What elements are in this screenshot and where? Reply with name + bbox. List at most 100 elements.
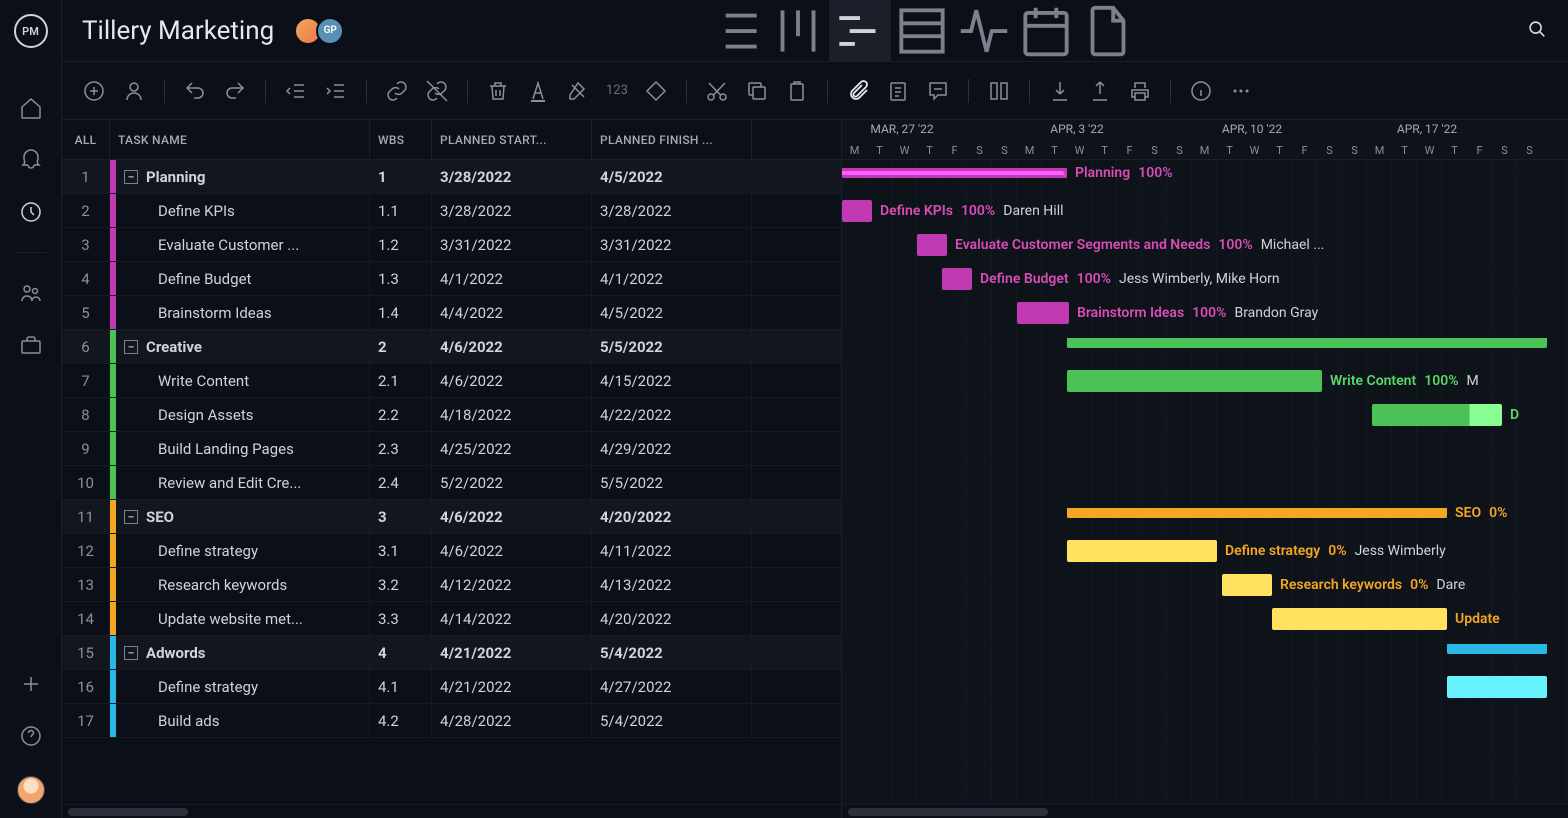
table-row[interactable]: 17 Build ads 4.2 4/28/2022 5/4/2022 [62, 704, 841, 738]
view-board-icon[interactable] [767, 0, 829, 62]
paste-icon[interactable] [785, 79, 809, 103]
table-row[interactable]: 5 Brainstorm Ideas 1.4 4/4/2022 4/5/2022 [62, 296, 841, 330]
view-doc-icon[interactable] [1077, 0, 1139, 62]
view-activity-icon[interactable] [953, 0, 1015, 62]
table-row[interactable]: 15 − Adwords 4 4/21/2022 5/4/2022 [62, 636, 841, 670]
gantt-bar-label: Update [1455, 611, 1500, 627]
home-icon[interactable] [19, 96, 43, 120]
columns-icon[interactable] [987, 79, 1011, 103]
timeline-day-label: W [892, 144, 917, 157]
table-row[interactable]: 7 Write Content 2.1 4/6/2022 4/15/2022 [62, 364, 841, 398]
gantt-bar[interactable]: Write Content100%M [1067, 370, 1322, 392]
gantt-bar[interactable] [1447, 676, 1547, 698]
unlink-icon[interactable] [425, 79, 449, 103]
view-calendar-icon[interactable] [1015, 0, 1077, 62]
column-wbs[interactable]: WBS [370, 120, 432, 159]
text-color-icon[interactable] [526, 79, 550, 103]
gantt-bar[interactable] [1067, 338, 1547, 348]
plus-icon[interactable] [19, 672, 43, 696]
gantt-bar[interactable] [1447, 644, 1547, 654]
gantt-bar-label: Evaluate Customer Segments and Needs100%… [955, 237, 1324, 253]
more-icon[interactable] [1229, 79, 1253, 103]
timeline-day-label: T [1267, 144, 1292, 157]
collapse-icon[interactable]: − [124, 170, 138, 184]
table-row[interactable]: 9 Build Landing Pages 2.3 4/25/2022 4/29… [62, 432, 841, 466]
print-icon[interactable] [1128, 79, 1152, 103]
collapse-icon[interactable]: − [124, 340, 138, 354]
delete-icon[interactable] [486, 79, 510, 103]
timeline-week-label: APR, 10 '22 [1222, 122, 1282, 136]
briefcase-icon[interactable] [19, 333, 43, 357]
clock-icon[interactable] [19, 200, 43, 224]
column-all[interactable]: ALL [62, 120, 110, 159]
timeline-day-label: T [867, 144, 892, 157]
gantt-bar[interactable]: Define strategy0%Jess Wimberly [1067, 540, 1217, 562]
gantt-body[interactable]: Planning100% Define KPIs100%Daren Hill Eva… [842, 160, 1568, 804]
attach-icon[interactable] [846, 79, 870, 103]
table-row[interactable]: 3 Evaluate Customer ... 1.2 3/31/2022 3/… [62, 228, 841, 262]
comment-icon[interactable] [926, 79, 950, 103]
gantt-bar-label: D [1510, 407, 1519, 423]
gantt-bar[interactable]: Define KPIs100%Daren Hill [842, 200, 872, 222]
timeline-day-label: F [1117, 144, 1142, 157]
timeline-day-label: S [1142, 144, 1167, 157]
view-list-icon[interactable] [705, 0, 767, 62]
notes-icon[interactable] [886, 79, 910, 103]
export-icon[interactable] [1088, 79, 1112, 103]
table-row[interactable]: 4 Define Budget 1.3 4/1/2022 4/1/2022 [62, 262, 841, 296]
bell-icon[interactable] [19, 148, 43, 172]
redo-icon[interactable] [223, 79, 247, 103]
gantt-bar[interactable]: D [1372, 404, 1502, 426]
table-row[interactable]: 1 − Planning 1 3/28/2022 4/5/2022 [62, 160, 841, 194]
undo-icon[interactable] [183, 79, 207, 103]
table-row[interactable]: 10 Review and Edit Cre... 2.4 5/2/2022 5… [62, 466, 841, 500]
people-icon[interactable] [19, 281, 43, 305]
column-start[interactable]: PLANNED START... [432, 120, 592, 159]
gantt-scrollbar[interactable] [842, 804, 1568, 818]
assign-icon[interactable] [122, 79, 146, 103]
table-row[interactable]: 6 − Creative 2 4/6/2022 5/5/2022 [62, 330, 841, 364]
gantt-bar-label: SEO0% [1455, 505, 1507, 521]
gantt-bar[interactable]: SEO0% [1067, 508, 1447, 518]
assignee-avatars[interactable]: GP [294, 17, 338, 45]
copy-icon[interactable] [745, 79, 769, 103]
gantt-bar[interactable]: Update [1272, 608, 1447, 630]
add-task-icon[interactable] [82, 79, 106, 103]
outdent-icon[interactable] [284, 79, 308, 103]
column-name[interactable]: TASK NAME [110, 120, 370, 159]
table-row[interactable]: 2 Define KPIs 1.1 3/28/2022 3/28/2022 [62, 194, 841, 228]
milestone-icon[interactable] [644, 79, 668, 103]
table-row[interactable]: 14 Update website met... 3.3 4/14/2022 4… [62, 602, 841, 636]
gantt-bar[interactable]: Brainstorm Ideas100%Brandon Gray [1017, 302, 1069, 324]
table-row[interactable]: 8 Design Assets 2.2 4/18/2022 4/22/2022 [62, 398, 841, 432]
gantt-bar[interactable]: Research keywords0%Dare [1222, 574, 1272, 596]
gantt-bar[interactable]: Planning100% [842, 168, 1067, 178]
table-row[interactable]: 12 Define strategy 3.1 4/6/2022 4/11/202… [62, 534, 841, 568]
column-finish[interactable]: PLANNED FINISH ... [592, 120, 752, 159]
gantt-bar[interactable]: Define Budget100%Jess Wimberly, Mike Hor… [942, 268, 972, 290]
timeline-day-label: F [1467, 144, 1492, 157]
clear-format-icon[interactable] [566, 79, 590, 103]
table-row[interactable]: 13 Research keywords 3.2 4/12/2022 4/13/… [62, 568, 841, 602]
info-icon[interactable] [1189, 79, 1213, 103]
help-icon[interactable] [19, 724, 43, 748]
collapse-icon[interactable]: − [124, 510, 138, 524]
search-icon[interactable] [1526, 18, 1548, 44]
view-sheet-icon[interactable] [891, 0, 953, 62]
indent-icon[interactable] [324, 79, 348, 103]
table-row[interactable]: 16 Define strategy 4.1 4/21/2022 4/27/20… [62, 670, 841, 704]
cut-icon[interactable] [705, 79, 729, 103]
user-avatar[interactable] [17, 776, 45, 804]
table-row[interactable]: 11 − SEO 3 4/6/2022 4/20/2022 [62, 500, 841, 534]
app-logo[interactable]: PM [14, 14, 48, 48]
view-gantt-icon[interactable] [829, 0, 891, 62]
gantt-bar-label: Research keywords0%Dare [1280, 577, 1465, 593]
timeline-day-label: T [1217, 144, 1242, 157]
grid-scrollbar[interactable] [62, 804, 841, 818]
link-icon[interactable] [385, 79, 409, 103]
collapse-icon[interactable]: − [124, 646, 138, 660]
import-icon[interactable] [1048, 79, 1072, 103]
gantt-bar[interactable]: Evaluate Customer Segments and Needs100%… [917, 234, 947, 256]
timeline-week-label: APR, 3 '22 [1050, 122, 1103, 136]
timeline-day-label: S [1167, 144, 1192, 157]
